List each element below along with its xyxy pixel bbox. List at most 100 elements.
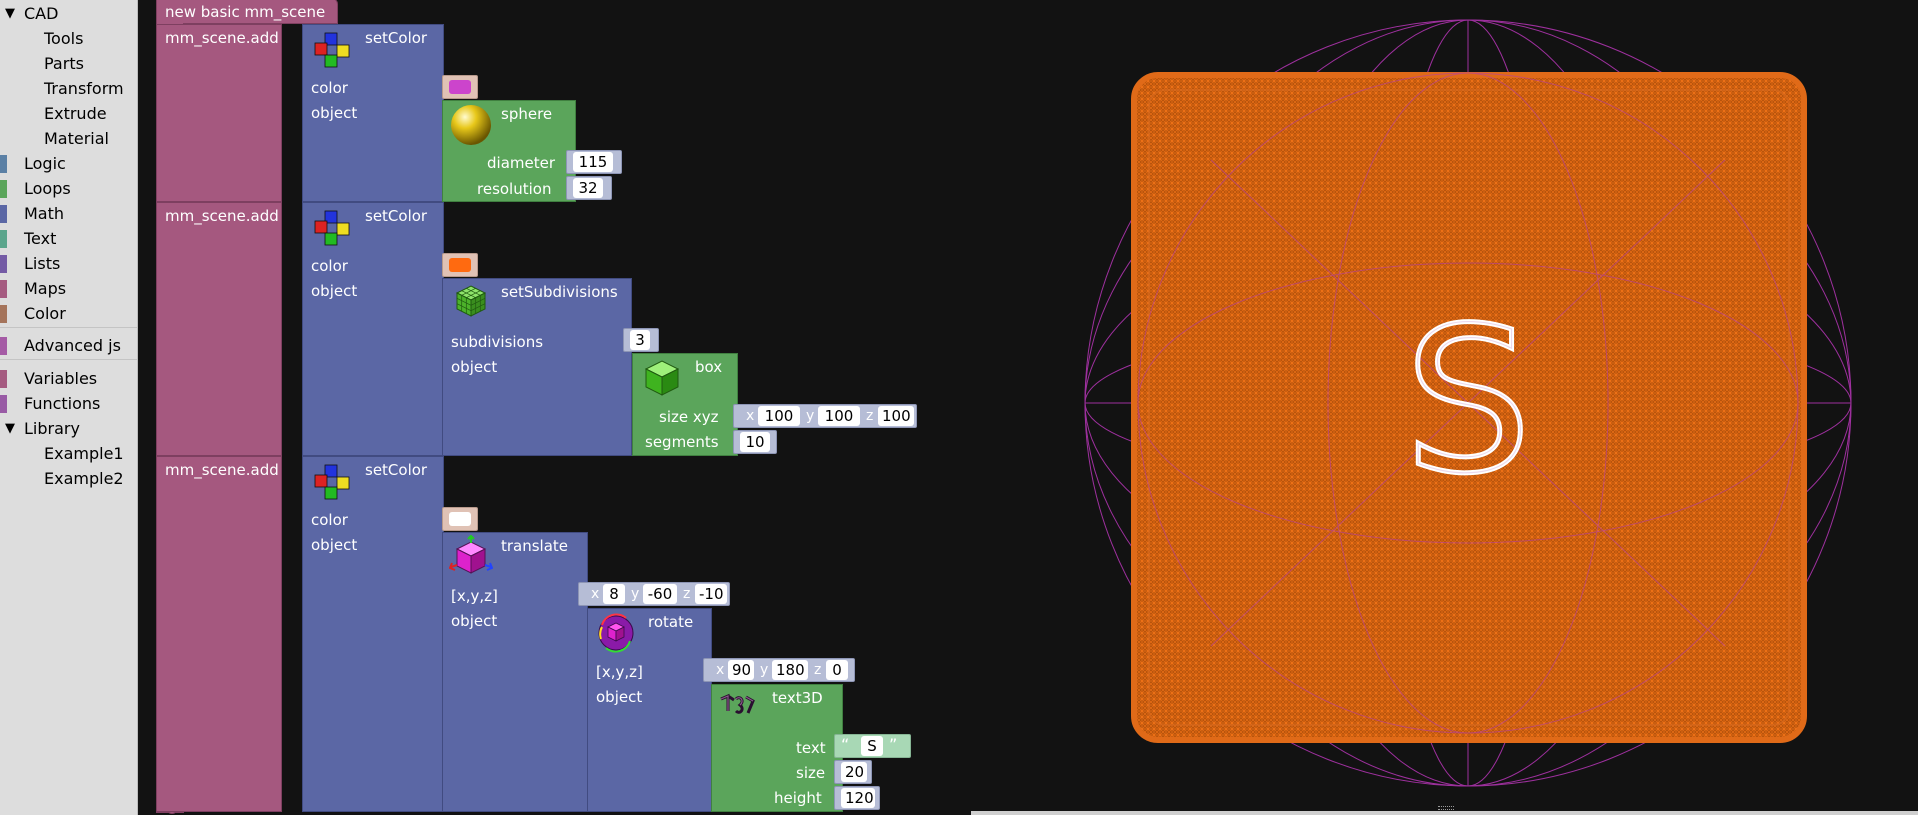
text3d-block[interactable]: text3D text size height — [711, 684, 843, 812]
sphere-icon — [449, 103, 493, 151]
sphere-block[interactable]: sphere diameter resolution — [442, 100, 576, 202]
axis-y-label: y — [631, 586, 640, 602]
axis-y-label: y — [806, 408, 815, 424]
rotate-y-field[interactable]: 180 — [772, 660, 808, 680]
input-label: object — [311, 104, 358, 122]
toolbox-item-tools[interactable]: Tools — [44, 28, 83, 50]
diameter-field[interactable]: 115 — [573, 152, 613, 172]
input-label: [x,y,z] — [451, 587, 498, 605]
triangle-down-icon[interactable]: ▼ — [5, 418, 15, 440]
input-label: object — [311, 282, 358, 300]
input-label: object — [451, 612, 498, 630]
input-label: object — [596, 688, 643, 706]
xyz-vector-slot: x 8 y -60 z -10 — [578, 582, 730, 606]
resize-grip-icon[interactable] — [1438, 806, 1454, 810]
input-label: resolution — [477, 180, 552, 198]
color-picker-white[interactable] — [442, 507, 478, 531]
input-label: diameter — [487, 154, 555, 172]
rotate-x-field[interactable]: 90 — [728, 660, 754, 680]
toolbox-sidebar: ▼ CAD Tools Parts Transform Extrude Mate… — [0, 0, 138, 815]
block-label: setColor — [365, 29, 428, 47]
panel-resize-bar[interactable] — [971, 811, 1918, 815]
block-label: setColor — [365, 461, 428, 479]
input-label: height — [774, 789, 822, 807]
subdivisions-field[interactable]: 3 — [630, 330, 650, 350]
category-label: Functions — [24, 394, 101, 413]
translate-x-field[interactable]: 8 — [603, 584, 625, 604]
category-label: Math — [24, 204, 65, 223]
rotate-block[interactable]: rotate [x,y,z] object — [587, 608, 712, 812]
category-label: Color — [24, 304, 66, 323]
category-swatch — [0, 180, 7, 198]
block-label: rotate — [648, 613, 694, 631]
category-swatch — [0, 205, 7, 223]
input-label: size — [796, 764, 826, 782]
setcolor-block[interactable]: setColor color object — [302, 202, 444, 456]
input-label: size xyz — [659, 408, 719, 426]
setcolor-block[interactable]: setColor color object — [302, 24, 444, 202]
box-block[interactable]: box size xyz segments — [632, 353, 738, 456]
setcolor-block[interactable]: setColor color object — [302, 456, 444, 812]
color-swatch — [449, 258, 471, 272]
input-label: segments — [645, 433, 719, 451]
quote-close: ” — [889, 735, 898, 754]
input-label: [x,y,z] — [596, 663, 643, 681]
set-subdivisions-block[interactable]: setSubdivisions subdivisions object — [442, 278, 632, 456]
toolbox-item-material[interactable]: Material — [44, 128, 109, 150]
color-swatch — [449, 512, 471, 526]
rotate-z-field[interactable]: 0 — [826, 660, 848, 680]
text3d-letter-outline: S — [1405, 285, 1532, 518]
block-label: mm_scene.add — [165, 29, 279, 47]
category-label: Logic — [24, 154, 66, 173]
segments-field[interactable]: 10 — [740, 432, 770, 452]
subdivided-cube-icon — [453, 283, 489, 323]
toolbox-item-example2[interactable]: Example2 — [44, 468, 124, 490]
translate-z-field[interactable]: -10 — [695, 584, 727, 604]
category-swatch — [0, 395, 7, 413]
size-y-field[interactable]: 100 — [818, 406, 860, 426]
category-label: CAD — [24, 4, 59, 23]
scene-add-block[interactable]: mm_scene.add — [156, 456, 282, 812]
input-label: color — [311, 511, 348, 529]
triangle-down-icon[interactable]: ▼ — [5, 3, 15, 25]
toolbox-item-transform[interactable]: Transform — [44, 78, 124, 100]
number-slot: 32 — [566, 176, 612, 200]
block-label: translate — [501, 537, 569, 555]
category-label: Variables — [24, 369, 98, 388]
size-field[interactable]: 20 — [841, 762, 867, 782]
scene-add-block[interactable]: mm_scene.add — [156, 202, 282, 456]
input-label: object — [311, 536, 358, 554]
number-slot: 3 — [623, 328, 659, 352]
input-label: text — [796, 739, 826, 757]
blockly-workspace[interactable]: new basic mm_scene mm_scene.add setColor… — [138, 0, 970, 815]
number-slot: 115 — [566, 150, 622, 174]
size-z-field[interactable]: 100 — [878, 406, 914, 426]
translate-y-field[interactable]: -60 — [643, 584, 677, 604]
toolbox-item-extrude[interactable]: Extrude — [44, 103, 107, 125]
category-label: Maps — [24, 279, 67, 298]
color-cubes-icon — [311, 209, 355, 253]
axis-z-label: z — [683, 586, 691, 602]
resolution-field[interactable]: 32 — [573, 178, 603, 198]
quote-open: “ — [841, 735, 850, 754]
axis-y-label: y — [760, 662, 769, 678]
color-picker-magenta[interactable] — [442, 75, 478, 99]
scene-add-block[interactable]: mm_scene.add — [156, 24, 282, 202]
3d-viewport[interactable]: S S — [971, 0, 1918, 811]
new-scene-block[interactable]: new basic mm_scene — [156, 0, 338, 24]
text-field[interactable]: S — [861, 736, 883, 756]
input-label: color — [311, 257, 348, 275]
size-x-field[interactable]: 100 — [758, 406, 800, 426]
category-swatch — [0, 230, 7, 248]
block-label: mm_scene.add — [165, 207, 279, 225]
translate-block[interactable]: translate [x,y,z] object — [442, 532, 588, 812]
input-label: subdivisions — [451, 333, 544, 351]
category-label: Text — [24, 229, 57, 248]
toolbox-item-example1[interactable]: Example1 — [44, 443, 124, 465]
number-slot: 10 — [733, 430, 777, 454]
height-field[interactable]: 120 — [841, 788, 875, 808]
color-picker-orange[interactable] — [442, 253, 478, 277]
toolbox-item-parts[interactable]: Parts — [44, 53, 84, 75]
block-label: setColor — [365, 207, 428, 225]
block-label: setSubdivisions — [501, 283, 618, 301]
